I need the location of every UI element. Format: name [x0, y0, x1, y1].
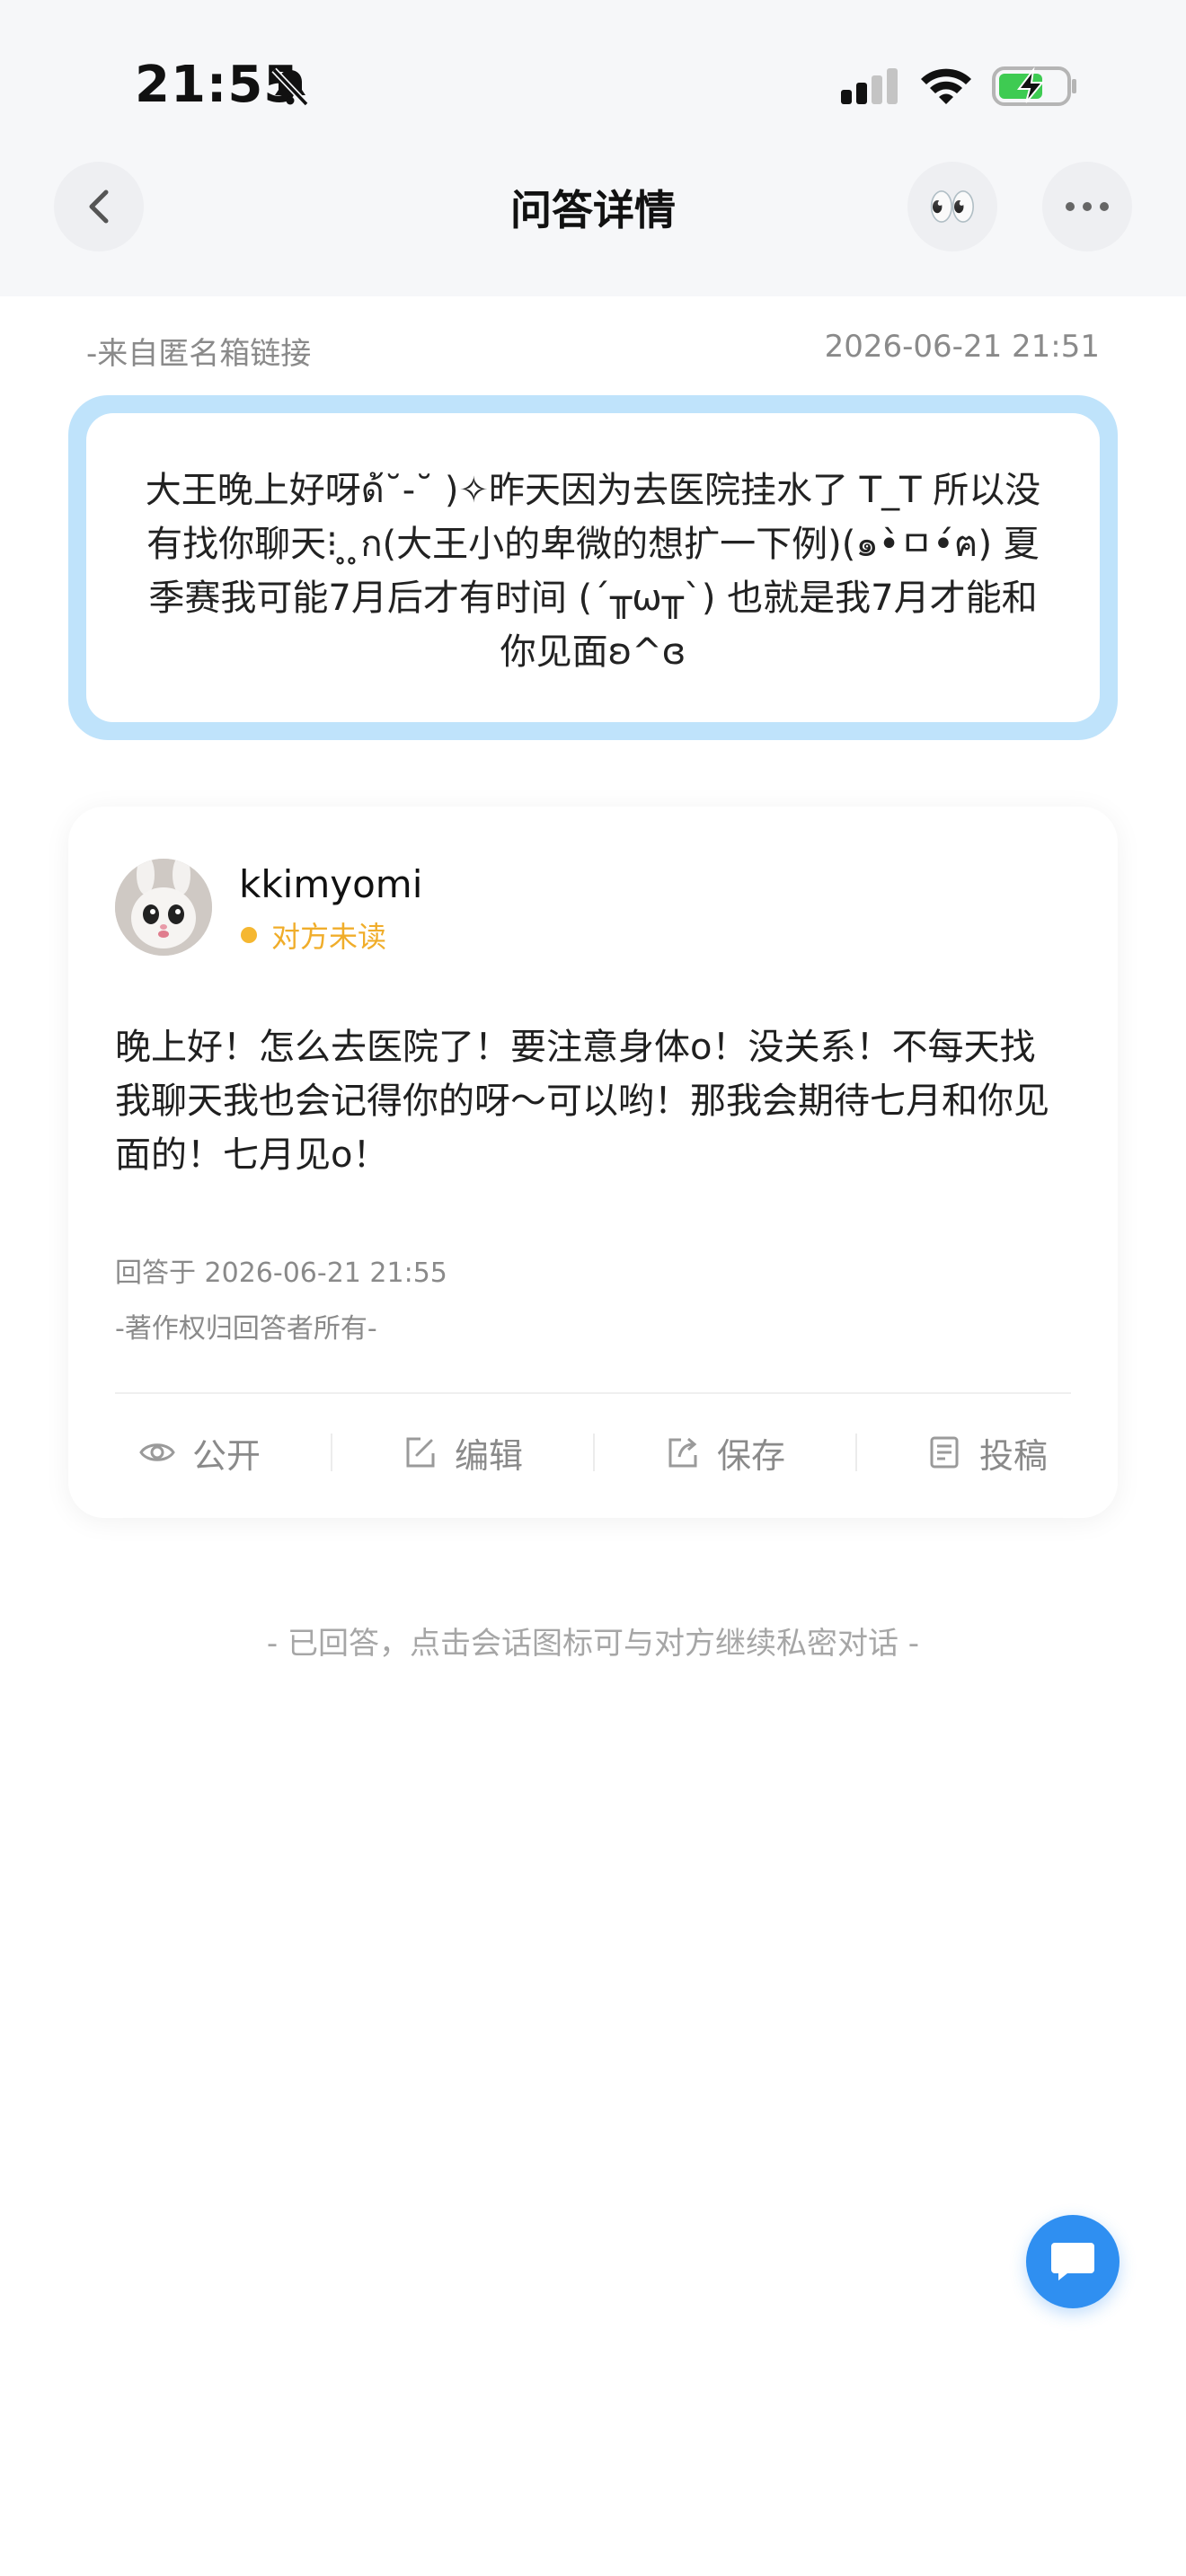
- battery-charging-icon: [992, 66, 1076, 106]
- action-bar: 公开 编辑 保存 投稿: [68, 1414, 1118, 1491]
- bell-mute-icon: [271, 67, 309, 107]
- top-bar: [0, 0, 1186, 296]
- eyes-icon: 👀: [927, 184, 978, 230]
- eye-icon: [139, 1443, 175, 1461]
- submit-icon: [930, 1436, 959, 1469]
- answer-time: 回答于 2026-06-21 21:55: [115, 1257, 447, 1289]
- read-status: 对方未读: [271, 920, 387, 954]
- edit-icon: [406, 1437, 435, 1468]
- more-button[interactable]: [1042, 162, 1132, 251]
- avatar[interactable]: [115, 859, 212, 956]
- bunny-avatar-icon: [115, 859, 212, 956]
- save-label: 保存: [716, 1435, 785, 1476]
- signal-icon: [841, 68, 898, 104]
- share-icon: [668, 1437, 697, 1468]
- save-button[interactable]: 保存: [593, 1414, 855, 1491]
- chat-button[interactable]: [1026, 2215, 1120, 2308]
- eyes-button[interactable]: 👀: [907, 162, 997, 251]
- chat-bubble-icon: [1051, 2243, 1094, 2280]
- public-button[interactable]: 公开: [68, 1414, 331, 1491]
- wifi-icon: [921, 68, 971, 104]
- footer-tip: - 已回答，点击会话图标可与对方继续私密对话 -: [266, 1626, 920, 1662]
- question-date: 2026-06-21 21:51: [824, 329, 1100, 365]
- submit-label: 投稿: [978, 1435, 1048, 1476]
- answer-text: 晚上好！怎么去医院了！要注意身体o！没关系！不每天找我聊天我也会记得你的呀～可以…: [115, 1027, 1049, 1176]
- public-label: 公开: [191, 1435, 261, 1476]
- question-text: 大王晚上好呀ด้˘-˘ )✧昨天因为去医院挂水了 T_T 所以没有找你聊天⁝ ̥…: [86, 413, 1100, 722]
- divider: [115, 1392, 1071, 1394]
- submit-button[interactable]: 投稿: [855, 1414, 1118, 1491]
- edit-button[interactable]: 编辑: [331, 1414, 593, 1491]
- edit-label: 编辑: [454, 1435, 523, 1476]
- unread-dot: [241, 927, 257, 943]
- answer-card: kkimyomi 对方未读 晚上好！怎么去医院了！要注意身体o！没关系！不每天找…: [68, 807, 1118, 1518]
- more-dots-icon: [1066, 202, 1109, 211]
- page-title: 问答详情: [510, 186, 676, 234]
- username[interactable]: kkimyomi: [239, 862, 422, 906]
- copyright-note: -著作权归回答者所有-: [115, 1313, 377, 1345]
- question-source: -来自匿名箱链接: [86, 336, 312, 372]
